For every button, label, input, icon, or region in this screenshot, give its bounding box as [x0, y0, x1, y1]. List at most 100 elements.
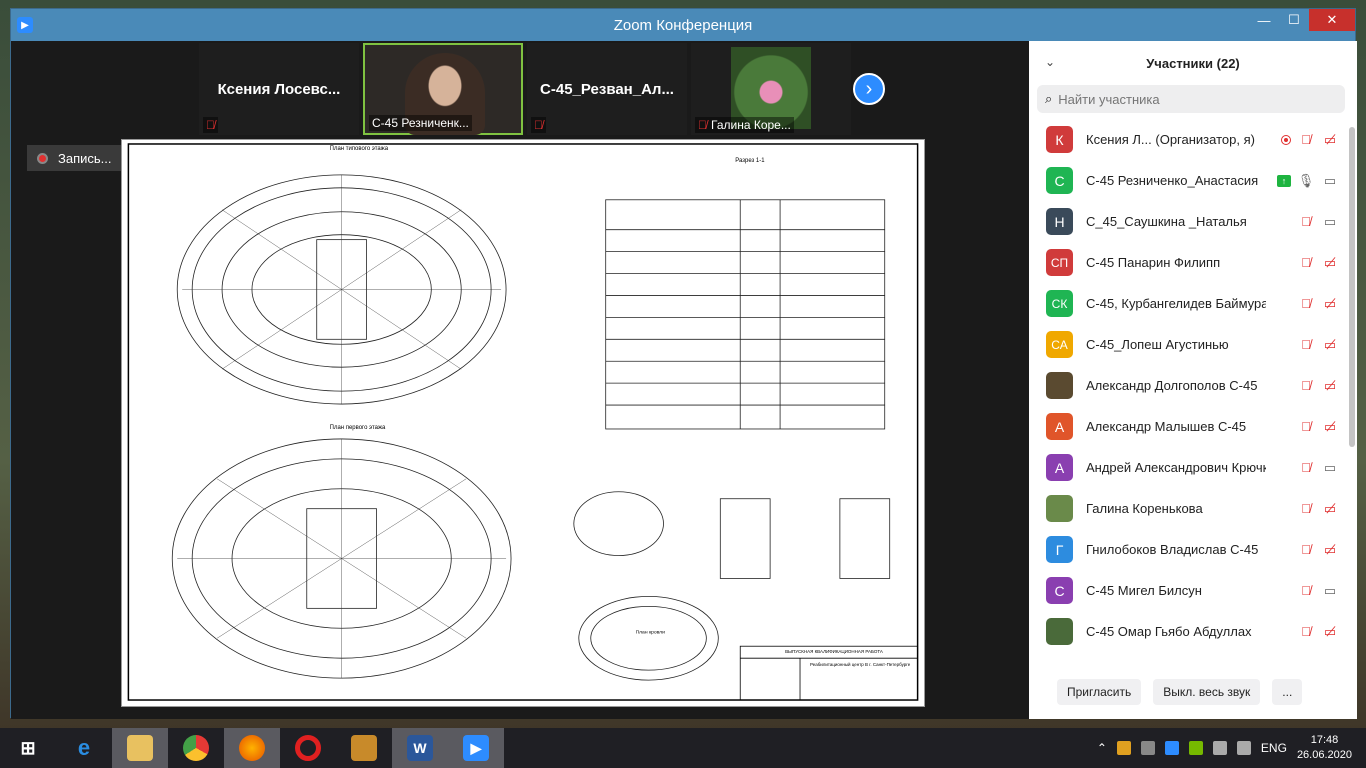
- nvidia-icon[interactable]: [1188, 741, 1203, 755]
- mic-muted-icon[interactable]: 🎙̸: [1297, 254, 1315, 272]
- participant-row[interactable]: СП С-45 Панарин Филипп 🎙̸ ▭̸: [1029, 242, 1347, 283]
- avatar: Г: [1046, 536, 1073, 563]
- scrollbar[interactable]: [1349, 127, 1355, 447]
- tray-icon[interactable]: [1164, 741, 1179, 755]
- participant-list: К Ксения Л... (Организатор, я) 🎙̸ ▭̸ С С-45 Р…: [1029, 119, 1347, 659]
- participant-row[interactable]: СА С-45_Лопеш Агустинью 🎙̸ ▭̸: [1029, 324, 1347, 365]
- taskbar-word[interactable]: W: [392, 728, 448, 768]
- mic-muted-icon[interactable]: 🎙̸: [1297, 582, 1315, 600]
- video-tile-active-speaker[interactable]: С-45 Резниченк...: [363, 43, 523, 135]
- video-tile[interactable]: 🎙̸ Галина Коре...: [691, 43, 851, 135]
- network-icon[interactable]: [1212, 741, 1227, 755]
- video-on-icon[interactable]: ▭: [1321, 582, 1339, 600]
- participant-row[interactable]: Г Гнилобоков Владислав С-45 🎙̸ ▭̸: [1029, 529, 1347, 570]
- participant-name: Гнилобоков Владислав С-45: [1086, 542, 1259, 557]
- video-off-icon[interactable]: ▭̸: [1321, 295, 1339, 313]
- mic-muted-icon[interactable]: 🎙̸: [1297, 377, 1315, 395]
- participant-row[interactable]: СК С-45, Курбангелидев Баймурат 🎙̸ ▭̸: [1029, 283, 1347, 324]
- video-off-icon[interactable]: ▭̸: [1321, 131, 1339, 149]
- tray-icon[interactable]: [1140, 741, 1155, 755]
- mic-muted-icon[interactable]: 🎙̸: [1297, 213, 1315, 231]
- participant-row[interactable]: Галина Коренькова 🎙̸ ▭̸: [1029, 488, 1347, 529]
- participant-search[interactable]: ⌕: [1037, 85, 1345, 113]
- participant-row[interactable]: С С-45 Мигел Билсун 🎙̸ ▭: [1029, 570, 1347, 611]
- taskbar-ie[interactable]: e: [56, 728, 112, 768]
- mic-muted-icon[interactable]: 🎙̸: [1297, 459, 1315, 477]
- mic-muted-icon[interactable]: 🎙̸: [1297, 623, 1315, 641]
- more-button[interactable]: ...: [1272, 679, 1303, 705]
- meeting-area: Ксения Лосевс... 🎙̸ С-45 Резниченк... С-…: [11, 41, 1029, 719]
- mic-muted-icon[interactable]: 🎙̸: [1297, 418, 1315, 436]
- chevron-up-icon[interactable]: ⌃: [1097, 741, 1107, 755]
- roof-plan-label: План кровли: [636, 629, 665, 635]
- recording-icon: [1281, 134, 1291, 145]
- mic-muted-icon[interactable]: 🎙̸: [1297, 541, 1315, 559]
- section-label: Разрез 1-1: [735, 158, 765, 164]
- close-button[interactable]: ✕: [1309, 9, 1355, 31]
- participant-name: С-45 Омар Гьябо Абдуллах: [1086, 624, 1252, 639]
- minimize-button[interactable]: —: [1249, 9, 1279, 31]
- clock-time: 17:48: [1310, 734, 1339, 746]
- next-page-icon[interactable]: ›: [853, 73, 885, 105]
- video-on-icon[interactable]: ▭: [1321, 172, 1339, 190]
- video-tile[interactable]: Ксения Лосевс... 🎙̸: [199, 43, 359, 135]
- participant-row[interactable]: С С-45 Резниченко_Анастасия ↑ 🎙 ▭: [1029, 160, 1347, 201]
- participant-row[interactable]: К Ксения Л... (Организатор, я) 🎙̸ ▭̸: [1029, 119, 1347, 160]
- record-icon: [37, 152, 48, 164]
- video-on-icon[interactable]: ▭: [1321, 213, 1339, 231]
- title-bar[interactable]: ▶ Zoom Конференция — ☐ ✕: [11, 9, 1355, 41]
- tile-name: Ксения Лосевс...: [217, 81, 341, 98]
- search-icon: ⌕: [1045, 91, 1053, 106]
- participant-name: С_45_Саушкина _Наталья: [1086, 214, 1247, 229]
- recording-label: Запись...: [58, 150, 112, 166]
- taskbar-opera[interactable]: [280, 728, 336, 768]
- video-tile[interactable]: С-45_Резван_Ал... 🎙̸: [527, 43, 687, 135]
- avatar: А: [1046, 413, 1073, 440]
- avatar: А: [1046, 454, 1073, 481]
- video-off-icon[interactable]: ▭̸: [1321, 336, 1339, 354]
- tile-name: С-45_Резван_Ал...: [540, 81, 674, 98]
- mic-muted-icon[interactable]: 🎙̸: [1297, 295, 1315, 313]
- participant-name: Андрей Александрович Крючк...: [1086, 460, 1266, 475]
- taskbar-explorer[interactable]: [112, 728, 168, 768]
- mic-on-icon[interactable]: 🎙: [1297, 172, 1315, 190]
- video-off-icon[interactable]: ▭̸: [1321, 623, 1339, 641]
- avatar: СК: [1046, 290, 1073, 317]
- taskbar-chrome[interactable]: [168, 728, 224, 768]
- architectural-drawing: План типового этажа План первого этажа Р…: [127, 143, 919, 701]
- participant-row[interactable]: Александр Долгополов С-45 🎙̸ ▭̸: [1029, 365, 1347, 406]
- taskbar-firefox[interactable]: [224, 728, 280, 768]
- tile-name: Галина Коре...: [711, 118, 791, 132]
- participant-row[interactable]: С-45 Омар Гьябо Абдуллах 🎙̸ ▭̸: [1029, 611, 1347, 652]
- language-indicator[interactable]: ENG: [1261, 741, 1287, 755]
- video-off-icon[interactable]: ▭̸: [1321, 500, 1339, 518]
- search-input[interactable]: [1058, 91, 1319, 107]
- system-tray: ⌃ ENG 17:48 26.06.2020: [1097, 728, 1366, 768]
- start-button[interactable]: ⊞: [0, 728, 56, 768]
- participant-name: С-45 Мигел Билсун: [1086, 583, 1202, 598]
- avatar: СА: [1046, 331, 1073, 358]
- video-off-icon[interactable]: ▭̸: [1321, 254, 1339, 272]
- mic-muted-icon[interactable]: 🎙̸: [1297, 336, 1315, 354]
- mute-all-button[interactable]: Выкл. весь звук: [1153, 679, 1261, 705]
- invite-button[interactable]: Пригласить: [1057, 679, 1142, 705]
- video-off-icon[interactable]: ▭̸: [1321, 541, 1339, 559]
- plan-first-label: План первого этажа: [330, 425, 386, 431]
- participant-row[interactable]: Н С_45_Саушкина _Наталья 🎙̸ ▭: [1029, 201, 1347, 242]
- taskbar-archiver[interactable]: [336, 728, 392, 768]
- mic-muted-icon: 🎙̸: [534, 118, 543, 132]
- taskbar-zoom[interactable]: ▶: [448, 728, 504, 768]
- mic-muted-icon[interactable]: 🎙̸: [1297, 500, 1315, 518]
- video-off-icon[interactable]: ▭̸: [1321, 377, 1339, 395]
- participant-row[interactable]: А Александр Малышев С-45 🎙̸ ▭̸: [1029, 406, 1347, 447]
- tray-icon[interactable]: [1116, 741, 1131, 755]
- clock[interactable]: 17:48 26.06.2020: [1297, 733, 1352, 763]
- volume-icon[interactable]: [1236, 741, 1251, 755]
- video-off-icon[interactable]: ▭̸: [1321, 418, 1339, 436]
- mic-muted-icon[interactable]: 🎙̸: [1297, 131, 1315, 149]
- maximize-button[interactable]: ☐: [1279, 9, 1309, 31]
- video-on-icon[interactable]: ▭: [1321, 459, 1339, 477]
- participant-name: С-45 Панарин Филипп: [1086, 255, 1221, 270]
- participant-name: Галина Коренькова: [1086, 501, 1203, 516]
- participant-row[interactable]: А Андрей Александрович Крючк... 🎙̸ ▭: [1029, 447, 1347, 488]
